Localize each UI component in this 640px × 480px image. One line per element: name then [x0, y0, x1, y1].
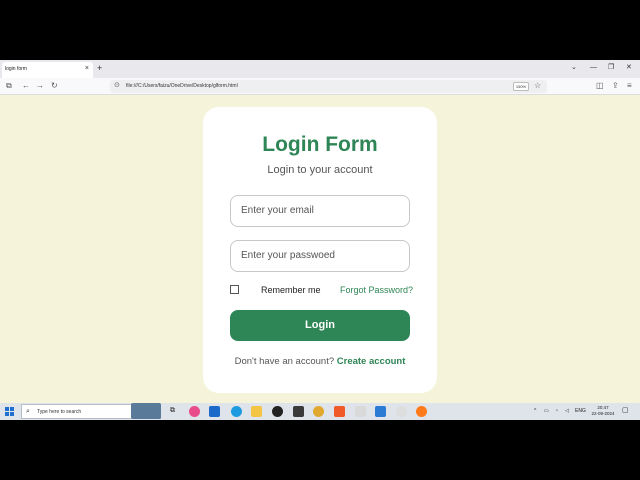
search-icon: ⌕ [26, 408, 30, 415]
create-account-link[interactable]: Create account [337, 356, 406, 367]
tray-chevron-icon[interactable]: ^ [534, 407, 536, 415]
maximize-icon[interactable]: ❐ [608, 64, 614, 72]
clock-app-icon[interactable] [396, 406, 407, 417]
form-title: Login Form [262, 133, 378, 156]
zoom-badge[interactable]: 150% [513, 82, 529, 91]
bookmark-star-icon[interactable]: ☆ [534, 81, 541, 91]
extensions-icon[interactable]: ⇪ [612, 81, 619, 91]
forgot-password-link[interactable]: Forgot Password? [340, 285, 413, 295]
screen: login form × + ⌄ — ❐ ✕ ⧉ ← → ↻ ⊙ file://… [0, 60, 640, 420]
sidebar-icon[interactable]: ⧉ [6, 81, 12, 91]
firefox-icon[interactable] [416, 406, 427, 417]
remember-label: Remember me [261, 285, 321, 295]
wifi-icon[interactable]: ◔ [555, 407, 558, 415]
clock-date: 22-09-2024 [591, 411, 615, 416]
weather-widget-icon[interactable] [131, 403, 161, 419]
signup-prompt: Don't have an account? [234, 356, 335, 367]
login-card: Login Form Login to your account Enter y… [203, 107, 437, 393]
window-close-icon[interactable]: ✕ [626, 64, 632, 72]
tab-bar: login form × + ⌄ — ❐ ✕ [0, 60, 640, 78]
nvidia-icon[interactable] [293, 406, 304, 417]
email-input[interactable]: Enter your email [230, 195, 410, 227]
store-icon[interactable] [209, 406, 220, 417]
remember-checkbox[interactable] [230, 285, 239, 294]
reload-icon[interactable]: ↻ [51, 81, 58, 91]
vscode-icon[interactable] [375, 406, 386, 417]
file-explorer-icon[interactable] [251, 406, 262, 417]
app-icon[interactable] [355, 406, 366, 417]
password-input[interactable]: Enter your passwoed [230, 240, 410, 272]
battery-icon[interactable]: ▭ [544, 407, 549, 415]
language-indicator[interactable]: ENG [575, 407, 586, 415]
login-button[interactable]: Login [230, 310, 410, 341]
form-subtitle: Login to your account [267, 164, 373, 176]
menu-icon[interactable]: ≡ [627, 81, 632, 91]
new-tab-icon[interactable]: + [97, 63, 102, 73]
volume-icon[interactable]: ◁ [565, 407, 569, 415]
url-text: file:///C:/Users/faizu/OneDrive/Desktop/… [126, 83, 238, 89]
notifications-icon[interactable]: ▢ [622, 407, 629, 415]
brave-icon[interactable] [334, 406, 345, 417]
minimize-icon[interactable]: — [590, 64, 597, 72]
address-bar[interactable]: ⊙ file:///C:/Users/faizu/OneDrive/Deskto… [110, 80, 547, 93]
chrome-icon[interactable] [313, 406, 324, 417]
signup-row: Don't have an account? Create account [203, 356, 437, 367]
tab-list-icon[interactable]: ⌄ [571, 64, 577, 72]
forward-icon[interactable]: → [36, 81, 44, 91]
copilot-icon[interactable] [189, 406, 200, 417]
task-view-icon[interactable]: ⧉ [170, 407, 175, 415]
browser-tab[interactable]: login form × [2, 62, 93, 78]
windows-start-icon[interactable] [5, 407, 14, 416]
taskbar: ⌕ Type here to search ⧉ ^ ▭ ◔ ◁ ENG 20:4… [0, 403, 640, 420]
dell-icon[interactable] [272, 406, 283, 417]
back-icon[interactable]: ← [22, 81, 30, 91]
close-icon[interactable]: × [85, 65, 89, 73]
tab-title: login form [5, 66, 27, 72]
nav-bar: ⧉ ← → ↻ ⊙ file:///C:/Users/faizu/OneDriv… [0, 78, 640, 95]
page-info-icon[interactable]: ⊙ [114, 81, 120, 91]
taskbar-clock[interactable]: 20:47 22-09-2024 [588, 405, 618, 417]
page-content: Login Form Login to your account Enter y… [0, 95, 640, 403]
taskbar-search-placeholder: Type here to search [37, 409, 82, 415]
pocket-icon[interactable]: ◫ [596, 81, 604, 91]
edge-icon[interactable] [231, 406, 242, 417]
